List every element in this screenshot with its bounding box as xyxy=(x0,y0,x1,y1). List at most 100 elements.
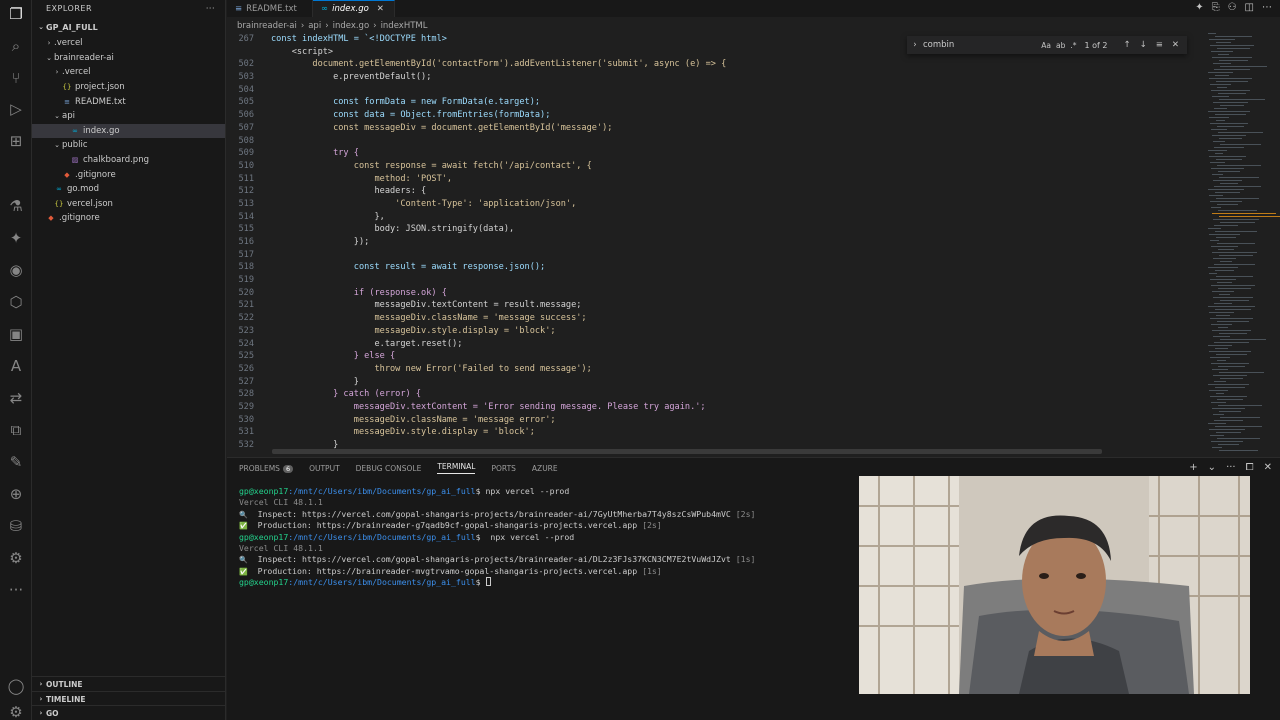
outline-section[interactable]: › OUTLINE xyxy=(32,676,225,691)
horizontal-scrollbar[interactable] xyxy=(272,449,1102,454)
panel-tab-problems[interactable]: PROBLEMS 6 xyxy=(239,464,294,473)
panel-tab-debug-console[interactable]: DEBUG CONSOLE xyxy=(356,464,422,473)
close-icon[interactable]: ✕ xyxy=(1172,40,1179,50)
search-icon[interactable]: ⌕ xyxy=(6,36,26,56)
terminal-url[interactable]: https://brainreader-mvgtrvamo-gopal-shan… xyxy=(317,566,637,576)
minimap-line xyxy=(1210,162,1225,163)
tree-item-vercel-json[interactable]: {} vercel.json xyxy=(32,197,225,212)
code-line-text: } catch (error) { xyxy=(271,389,422,400)
source-control-icon[interactable]: ⑂ xyxy=(6,68,26,88)
tree-item-brainreader-ai[interactable]: ⌄ brainreader-ai xyxy=(32,51,225,66)
testing-icon[interactable]: ⚗ xyxy=(6,196,26,216)
code-line: 512 headers: { xyxy=(227,185,1187,198)
code-line: 522 messageDiv.className = 'message succ… xyxy=(227,312,1187,325)
manage-gear-icon[interactable]: ⚙ xyxy=(6,702,26,720)
box-icon[interactable]: ⬡ xyxy=(6,292,26,312)
minimap-line xyxy=(1212,174,1223,175)
tree-item-index-go[interactable]: ∞ index.go xyxy=(32,123,225,139)
share-icon[interactable]: ⇄ xyxy=(6,388,26,408)
panel-tab-ports[interactable]: PORTS xyxy=(491,464,515,473)
minimap-line xyxy=(1218,132,1263,133)
panel-tab-label: AZURE xyxy=(531,463,558,473)
tree-item--vercel[interactable]: › .vercel xyxy=(32,36,225,51)
account-icon[interactable]: ◯ xyxy=(6,676,26,696)
more-actions-icon[interactable]: ⋯ xyxy=(1262,2,1272,13)
breadcrumb-item[interactable]: index.go xyxy=(333,21,370,31)
find-input[interactable]: combin xyxy=(923,40,1041,50)
tree-item-chalkboard-png[interactable]: ▨ chalkboard.png xyxy=(32,153,225,168)
panel-tab-terminal[interactable]: TERMINAL xyxy=(437,462,476,474)
find-options: Aa ab .* xyxy=(1041,41,1076,50)
extension-panel-icon[interactable]: ⧉ xyxy=(6,420,26,440)
globe-icon[interactable]: ⊕ xyxy=(6,484,26,504)
minimap-line xyxy=(1219,372,1264,373)
minimap-line xyxy=(1213,141,1225,142)
copilot-icon[interactable]: ✦ xyxy=(6,228,26,248)
minimap[interactable] xyxy=(1204,33,1280,453)
workspace-root[interactable]: ⌄ GP_AI_FULL xyxy=(32,18,225,36)
tab-index-go[interactable]: ∞ index.go ✕ xyxy=(313,0,395,17)
tree-item-go-mod[interactable]: ∞ go.mod xyxy=(32,182,225,197)
line-number: 524 xyxy=(238,338,254,349)
run-debug-icon[interactable]: ▷ xyxy=(6,99,26,119)
explorer-header: EXPLORER ··· xyxy=(32,0,225,16)
code-line: 528 } catch (error) { xyxy=(227,388,1187,401)
terminal-dropdown-icon[interactable]: ⌄ xyxy=(1208,462,1216,473)
find-in-selection-icon[interactable]: ≡ xyxy=(1156,40,1163,50)
panel-tab-azure[interactable]: AZURE xyxy=(532,464,558,473)
more-actions-icon[interactable]: ··· xyxy=(1226,462,1236,473)
arrow-down-icon[interactable]: ↓ xyxy=(1140,40,1147,50)
tree-item--gitignore[interactable]: ◆ .gitignore xyxy=(32,167,225,182)
minimap-line xyxy=(1210,279,1236,280)
database-icon[interactable]: ⛁ xyxy=(6,516,26,536)
copilot-chat-icon[interactable]: ✦ xyxy=(1195,2,1203,13)
minimap-line xyxy=(1213,414,1224,415)
close-icon[interactable]: ✕ xyxy=(377,4,384,14)
tab-readme-txt[interactable]: ≡ README.txt xyxy=(227,0,313,17)
tree-item--vercel[interactable]: › .vercel xyxy=(32,65,225,80)
go-section[interactable]: › GO xyxy=(32,705,225,720)
toggle-replace-icon[interactable]: › xyxy=(907,40,923,50)
close-panel-icon[interactable]: ✕ xyxy=(1264,462,1272,473)
terminal[interactable]: gp@xeonp17:/mnt/c/Users/ibm/Documents/gp… xyxy=(239,486,859,589)
go-file-icon: ∞ xyxy=(321,4,329,14)
pen-icon[interactable]: ✎ xyxy=(6,452,26,472)
puzzle-icon[interactable]: ⚙ xyxy=(6,548,26,568)
breadcrumb-separator-icon: › xyxy=(300,21,305,31)
azure-icon[interactable]: A xyxy=(6,356,26,376)
minimap-line xyxy=(1219,60,1248,61)
regex-icon[interactable]: .* xyxy=(1070,41,1076,50)
explorer-more-icon[interactable]: ··· xyxy=(206,4,215,13)
tree-item-project-json[interactable]: {} project.json xyxy=(32,80,225,95)
code-line-text: messageDiv.textContent = 'Error sending … xyxy=(271,401,706,412)
minimap-line xyxy=(1215,114,1246,115)
more-icon[interactable]: ··· xyxy=(6,580,26,600)
split-editor-icon[interactable]: ◫ xyxy=(1245,2,1254,13)
maximize-panel-icon[interactable]: ⧠ xyxy=(1246,462,1254,473)
github-icon[interactable]: ◉ xyxy=(6,260,26,280)
timeline-section[interactable]: › TIMELINE xyxy=(32,691,225,706)
remote-explorer-icon[interactable]: ▣ xyxy=(6,324,26,344)
tree-item--gitignore[interactable]: ◆ .gitignore xyxy=(32,211,225,226)
tree-item-api[interactable]: ⌄ api xyxy=(32,109,225,124)
tree-item-readme-txt[interactable]: ≡ README.txt xyxy=(32,94,225,109)
new-terminal-icon[interactable]: + xyxy=(1189,462,1197,473)
match-whole-word-icon[interactable]: ab xyxy=(1056,41,1065,50)
minimap-line xyxy=(1212,447,1222,448)
tree-item-public[interactable]: ⌄ public xyxy=(32,138,225,153)
terminal-url[interactable]: https://vercel.com/gopal-shangaris-proje… xyxy=(302,509,731,519)
arrow-up-icon[interactable]: ↑ xyxy=(1124,40,1131,50)
open-changes-icon[interactable]: ⎘ xyxy=(1212,2,1220,13)
extensions-icon[interactable]: ⊞ xyxy=(6,131,26,151)
code-view[interactable]: 267 const indexHTML = `<!DOCTYPE html> <… xyxy=(227,33,1187,453)
terminal-url[interactable]: https://brainreader-g7qadb9cf-gopal-shan… xyxy=(317,520,637,530)
explorer-icon[interactable]: ❐ xyxy=(6,4,26,24)
breadcrumb-item[interactable]: brainreader-ai xyxy=(237,21,297,31)
terminal-url[interactable]: https://vercel.com/gopal-shangaris-proje… xyxy=(302,554,731,564)
webcam-overlay xyxy=(859,476,1250,694)
match-case-icon[interactable]: Aa xyxy=(1041,41,1051,50)
breadcrumb-item[interactable]: api xyxy=(308,21,321,31)
compare-icon[interactable]: ⚇ xyxy=(1228,2,1237,13)
breadcrumb-item[interactable]: indexHTML xyxy=(381,21,428,31)
panel-tab-output[interactable]: OUTPUT xyxy=(309,464,340,473)
